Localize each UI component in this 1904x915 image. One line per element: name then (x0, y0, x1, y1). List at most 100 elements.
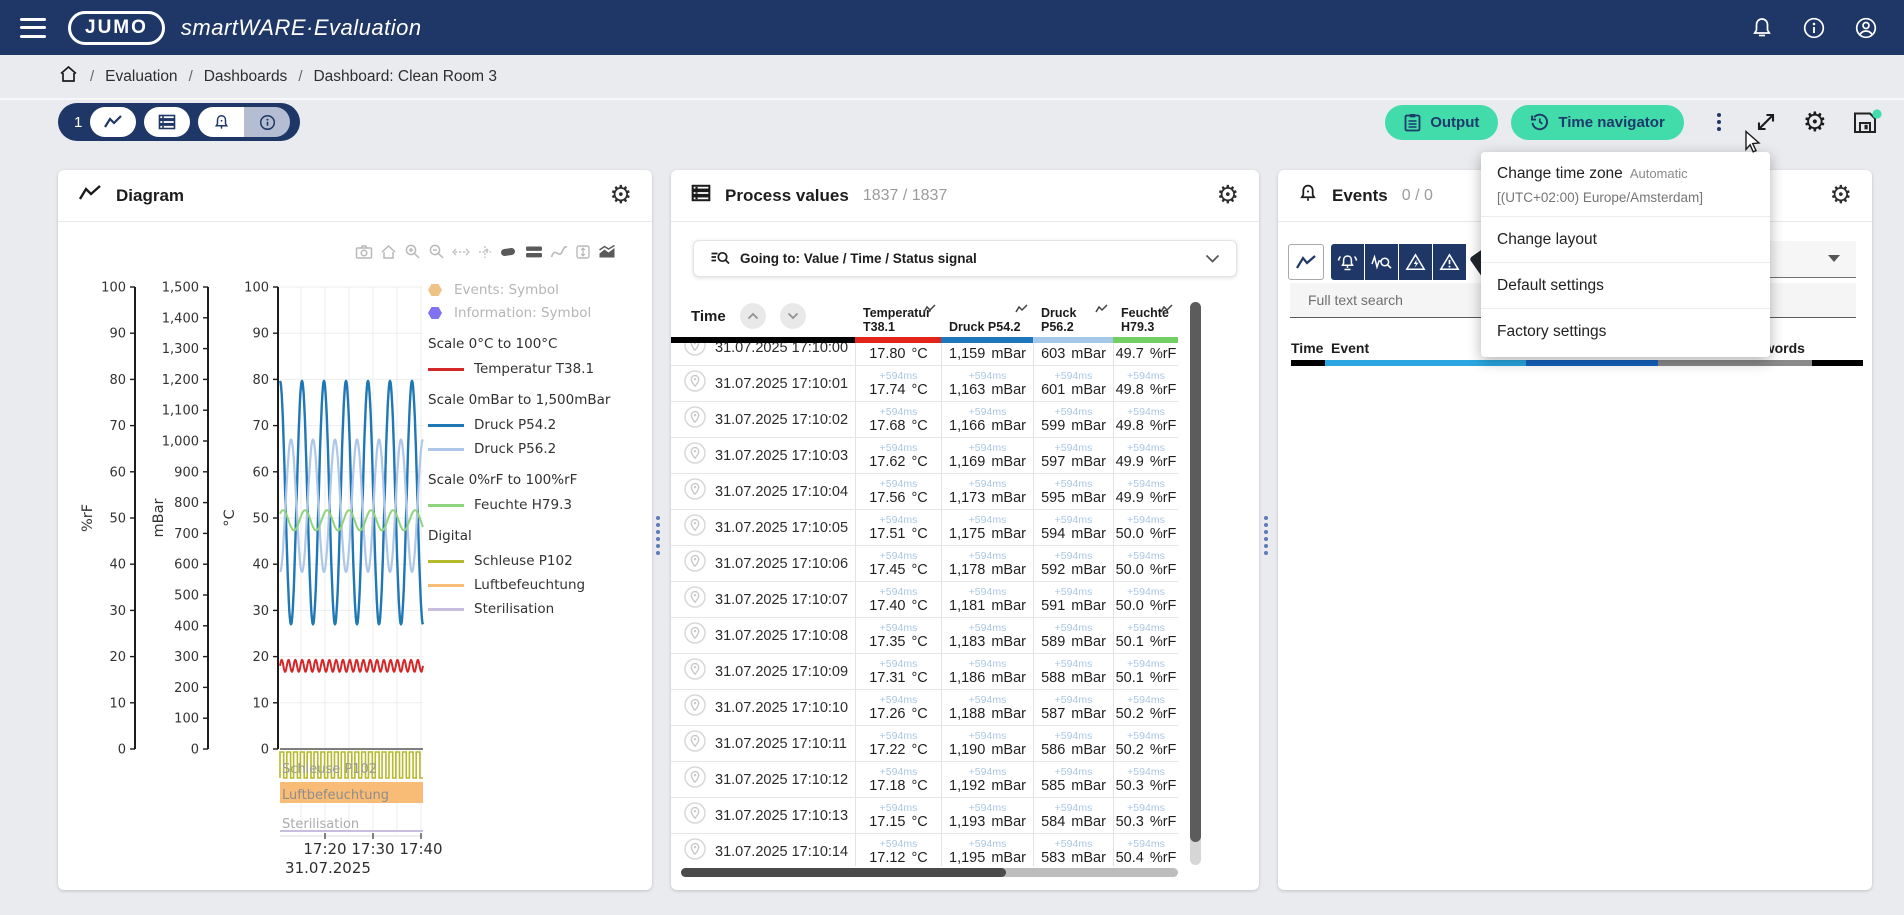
save-icon[interactable] (1852, 109, 1882, 136)
toggle-events-widget-button[interactable] (198, 107, 244, 137)
events-panel-icon (1298, 183, 1318, 209)
signal-column-header[interactable]: Druck P54.2 (941, 295, 1033, 337)
value-cell: +594ms1,183mBar (941, 618, 1033, 653)
panel-resize-handle[interactable] (655, 516, 661, 555)
toggle-table-widget-button[interactable] (144, 107, 190, 137)
legend-section-title: Scale 0°C to 100°C (428, 336, 646, 352)
svg-text:40: 40 (252, 558, 269, 573)
svg-text:700: 700 (174, 527, 199, 542)
hamburger-menu-icon[interactable] (20, 18, 46, 38)
process-values-search-dropdown[interactable]: Going to: Value / Time / Status signal (693, 240, 1237, 277)
vertical-scrollbar[interactable] (1190, 302, 1201, 865)
value-cell: +594ms1,173mBar (941, 474, 1033, 509)
time-navigator-button[interactable]: Time navigator (1511, 105, 1683, 140)
table-row[interactable]: 31.07.2025 17:10:04+594ms17.56°C+594ms1,… (671, 474, 1178, 510)
table-row[interactable]: 31.07.2025 17:10:06+594ms17.45°C+594ms1,… (671, 546, 1178, 582)
svg-text:1,300: 1,300 (162, 342, 199, 357)
legend-series-item[interactable]: Schleuse P102 (428, 553, 646, 569)
value-cell: +594ms1,181mBar (941, 582, 1033, 617)
search-dropdown-label: Going to: Value / Time / Status signal (740, 251, 977, 266)
alarm-filter-button[interactable] (1331, 244, 1365, 280)
value-cell: +594ms17.40°C (855, 582, 941, 617)
table-row[interactable]: 31.07.2025 17:10:01+594ms17.74°C+594ms1,… (671, 366, 1178, 402)
table-row[interactable]: 31.07.2025 17:10:12+594ms17.18°C+594ms1,… (671, 762, 1178, 798)
legend-series-item[interactable]: Feuchte H79.3 (428, 497, 646, 513)
table-row[interactable]: 31.07.2025 17:10:10+594ms17.26°C+594ms1,… (671, 690, 1178, 726)
svg-text:Sterilisation: Sterilisation (282, 817, 359, 832)
events-settings-gear-icon[interactable]: ⚙ (1830, 183, 1852, 208)
breadcrumb-separator: / (189, 68, 193, 85)
more-options-kebab-button[interactable] (1709, 109, 1729, 135)
value-cell: +594ms599mBar (1033, 402, 1113, 437)
toggle-diagram-widget-button[interactable] (90, 107, 136, 137)
show-curve-icon[interactable] (923, 303, 936, 317)
power-alarm-filter-button[interactable] (1399, 244, 1433, 280)
value-cell: +594ms1,175mBar (941, 510, 1033, 545)
process-values-count: 1837 / 1837 (863, 187, 948, 205)
table-row[interactable]: 31.07.2025 17:10:00+594ms17.80°C+594ms1,… (671, 343, 1178, 366)
location-pin-icon (683, 657, 707, 686)
output-button[interactable]: Output (1385, 105, 1498, 140)
dashboard-settings-gear-icon[interactable]: ⚙ (1803, 107, 1827, 138)
legend-marker-item[interactable]: Events: Symbol (428, 282, 646, 298)
widget-toggle-group: 1 (58, 103, 300, 141)
process-values-table-body: 31.07.2025 17:10:00+594ms17.80°C+594ms1,… (671, 343, 1178, 866)
value-cell: +594ms17.56°C (855, 474, 941, 509)
search-list-icon (710, 250, 730, 267)
svg-text:17:40: 17:40 (399, 840, 442, 858)
sort-up-button[interactable] (740, 303, 766, 329)
legend-series-item[interactable]: Druck P54.2 (428, 417, 646, 433)
show-curve-icon[interactable] (1015, 303, 1028, 317)
signal-analysis-filter-button[interactable] (1365, 244, 1399, 280)
menu-item[interactable]: Change layout (1481, 217, 1770, 263)
signal-column-header[interactable]: FeuchteH79.3 (1113, 295, 1178, 337)
events-column-underline-bar (1291, 360, 1863, 366)
value-cell: +594ms50.0%rF (1113, 510, 1178, 545)
table-row[interactable]: 31.07.2025 17:10:02+594ms17.68°C+594ms1,… (671, 402, 1178, 438)
table-row[interactable]: 31.07.2025 17:10:14+594ms17.12°C+594ms1,… (671, 834, 1178, 866)
fullscreen-expand-icon[interactable] (1754, 110, 1778, 134)
table-row[interactable]: 31.07.2025 17:10:13+594ms17.15°C+594ms1,… (671, 798, 1178, 834)
breadcrumb-item[interactable]: Evaluation (105, 68, 177, 85)
events-column-underline (1291, 360, 1325, 366)
horizontal-scrollbar[interactable] (681, 868, 1178, 877)
legend-series-item[interactable]: Druck P56.2 (428, 441, 646, 457)
value-cell: +594ms49.8%rF (1113, 366, 1178, 401)
chart-legend: Events: Symbol Information: Symbol Scale 0… (428, 282, 646, 625)
legend-marker-item[interactable]: Information: Symbol (428, 305, 646, 321)
table-row[interactable]: 31.07.2025 17:10:03+594ms17.62°C+594ms1,… (671, 438, 1178, 474)
location-pin-icon (683, 477, 707, 506)
process-values-settings-gear-icon[interactable]: ⚙ (1217, 183, 1239, 208)
table-row[interactable]: 31.07.2025 17:10:05+594ms17.51°C+594ms1,… (671, 510, 1178, 546)
svg-text:Luftbefeuchtung: Luftbefeuchtung (282, 788, 389, 803)
toggle-info-widget-button[interactable] (244, 107, 290, 137)
table-row[interactable]: 31.07.2025 17:10:07 +594ms17.40°C+594ms1,… (671, 582, 1178, 618)
menu-item[interactable]: Default settings (1481, 263, 1770, 309)
value-cell: +594ms17.35°C (855, 618, 941, 653)
value-cell: +594ms49.9%rF (1113, 438, 1178, 473)
legend-series-item[interactable]: Sterilisation (428, 601, 646, 617)
table-row[interactable]: 31.07.2025 17:10:09+594ms17.31°C+594ms1,… (671, 654, 1178, 690)
menu-item[interactable]: Change time zoneAutomatic[(UTC+02:00) Eu… (1481, 152, 1770, 217)
signal-column-header[interactable]: TemperaturT38.1 (855, 295, 941, 337)
warning-filter-button[interactable] (1433, 244, 1467, 280)
breadcrumb-item[interactable]: Dashboards (204, 68, 288, 85)
show-curve-icon[interactable] (1095, 303, 1108, 317)
signal-column-header[interactable]: DruckP56.2 (1033, 295, 1113, 337)
value-cell: +594ms17.15°C (855, 798, 941, 833)
notifications-bell-icon[interactable] (1750, 16, 1774, 40)
row-timestamp: 31.07.2025 17:10:07 (715, 592, 848, 608)
events-show-in-chart-button[interactable] (1288, 244, 1324, 280)
home-icon[interactable] (58, 64, 79, 90)
panel-resize-handle[interactable] (1263, 516, 1269, 555)
sort-down-button[interactable] (780, 303, 806, 329)
table-row[interactable]: 31.07.2025 17:10:08+594ms17.35°C+594ms1,… (671, 618, 1178, 654)
menu-item[interactable]: Factory settings (1481, 309, 1770, 355)
value-cell: +594ms50.1%rF (1113, 618, 1178, 653)
legend-series-item[interactable]: Temperatur T38.1 (428, 361, 646, 377)
legend-series-item[interactable]: Luftbefeuchtung (428, 577, 646, 593)
info-icon[interactable] (1802, 16, 1826, 40)
table-row[interactable]: 31.07.2025 17:10:11+594ms17.22°C+594ms1,… (671, 726, 1178, 762)
show-curve-icon[interactable] (1160, 303, 1173, 317)
account-icon[interactable] (1854, 16, 1878, 40)
